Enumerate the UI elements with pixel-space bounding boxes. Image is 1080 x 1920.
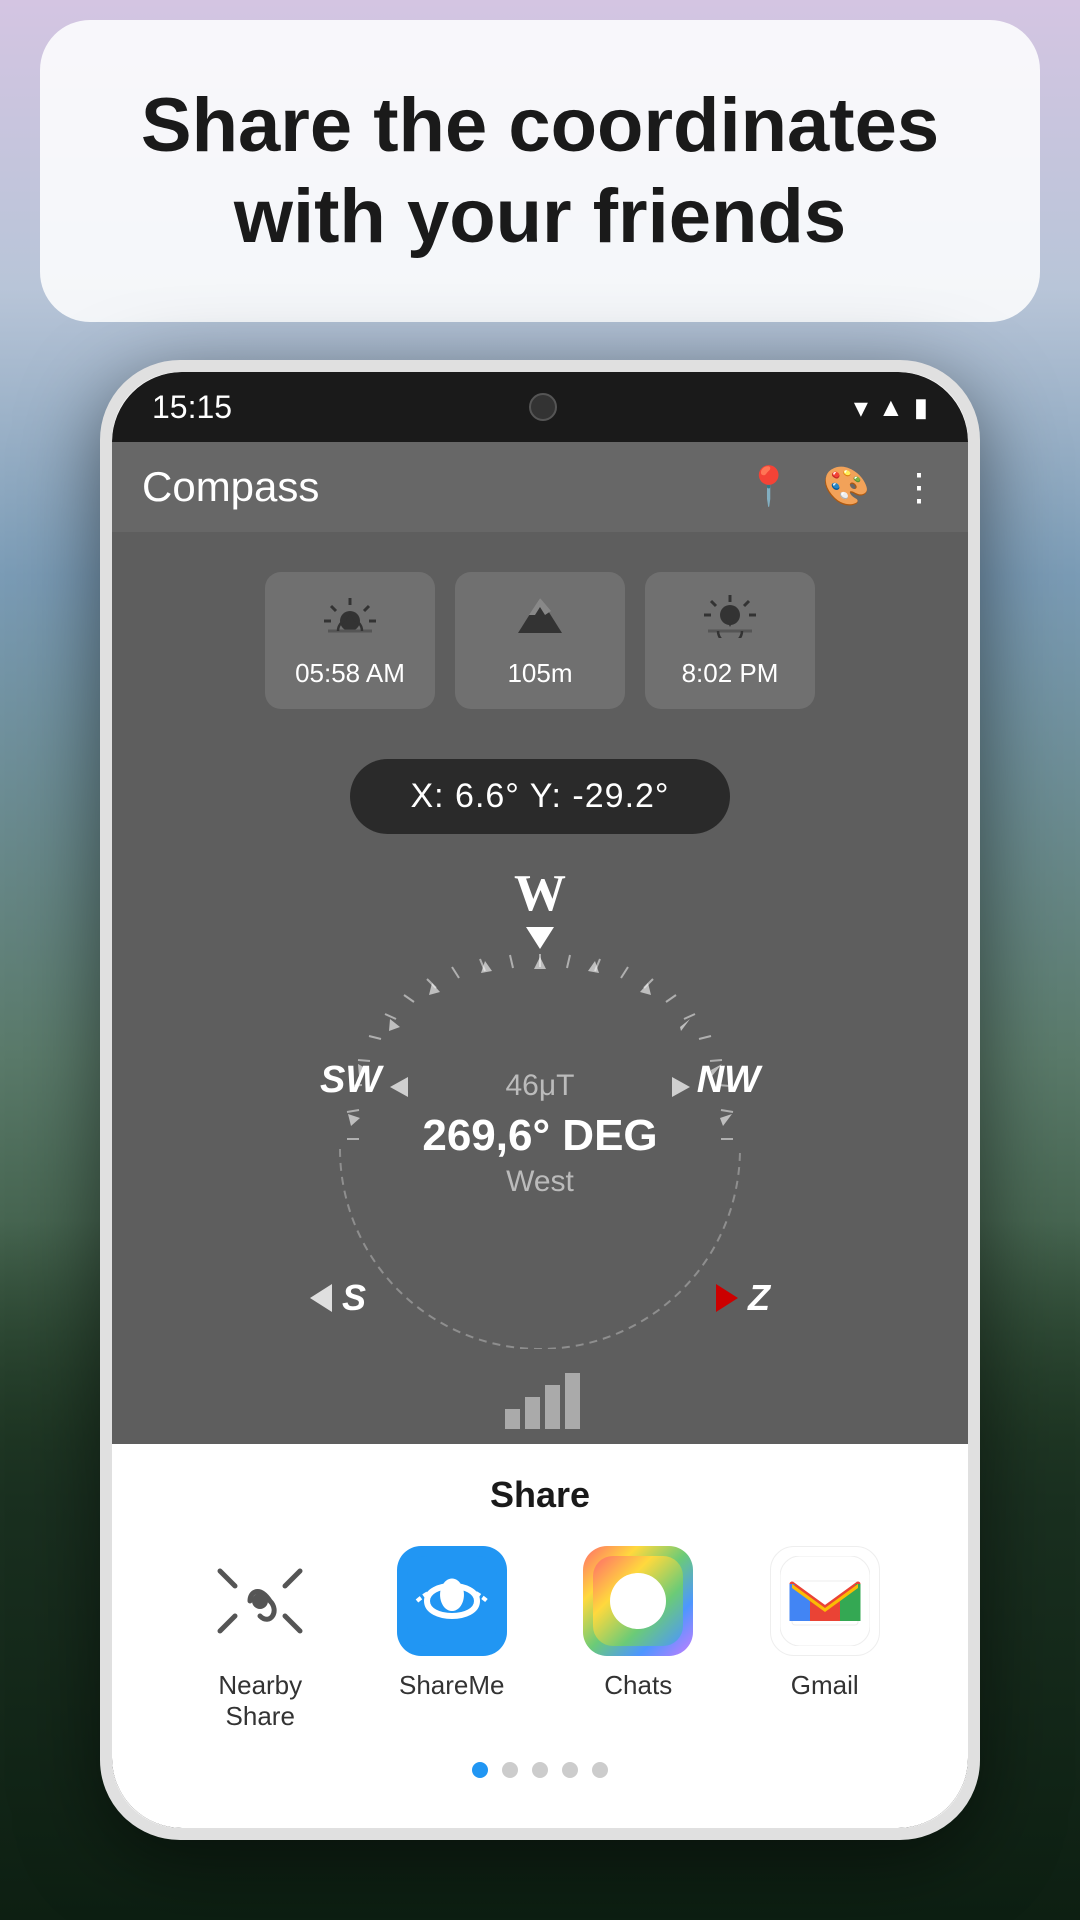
altitude-value: 105m bbox=[480, 658, 600, 689]
sunset-time: 8:02 PM bbox=[670, 658, 790, 689]
w-arrow-triangle bbox=[526, 927, 554, 949]
gmail-label: Gmail bbox=[791, 1670, 859, 1701]
z-arrow bbox=[716, 1284, 738, 1312]
signal-icon: ▲ bbox=[878, 392, 904, 423]
direction-value: West bbox=[390, 1165, 690, 1199]
phone-frame: 15:15 ▾ ▲ ▮ Compass 📍 🎨 ⋮ bbox=[100, 360, 980, 1840]
dot-5 bbox=[592, 1762, 608, 1778]
chats-icon bbox=[583, 1546, 693, 1656]
nearby-share-label: Nearby Share bbox=[200, 1670, 320, 1732]
phone-screen: 15:15 ▾ ▲ ▮ Compass 📍 🎨 ⋮ bbox=[112, 372, 968, 1828]
dot-3 bbox=[532, 1762, 548, 1778]
signal-bars bbox=[112, 1369, 968, 1441]
sunset-icon bbox=[670, 592, 790, 650]
z-indicator: Z bbox=[716, 1277, 770, 1319]
sunrise-card: 05:58 AM bbox=[265, 572, 435, 709]
wifi-icon: ▾ bbox=[854, 391, 868, 424]
status-icons: ▾ ▲ ▮ bbox=[854, 391, 928, 424]
share-app-chats[interactable]: Chats bbox=[583, 1546, 693, 1732]
status-bar: 15:15 ▾ ▲ ▮ bbox=[112, 372, 968, 442]
mountain-icon bbox=[480, 592, 600, 650]
s-arrow bbox=[310, 1284, 332, 1312]
w-arrow bbox=[112, 927, 968, 949]
compass-w-label: W bbox=[112, 864, 968, 949]
nearby-share-icon bbox=[205, 1546, 315, 1656]
info-cards-row: 05:58 AM 105m bbox=[112, 532, 968, 729]
app-bar: Compass 📍 🎨 ⋮ bbox=[112, 442, 968, 532]
shareme-icon bbox=[397, 1546, 507, 1656]
coordinates-badge: X: 6.6° Y: -29.2° bbox=[350, 759, 729, 834]
more-icon[interactable]: ⋮ bbox=[900, 465, 938, 510]
top-card-title: Share the coordinates with your friends bbox=[100, 80, 980, 262]
share-apps-row: Nearby Share ShareMe bbox=[142, 1546, 938, 1732]
share-sheet: Share Nearby Share bbox=[112, 1444, 968, 1828]
share-app-shareme[interactable]: ShareMe bbox=[397, 1546, 507, 1732]
chats-label: Chats bbox=[604, 1670, 672, 1701]
degrees-value: 269,6° DEG bbox=[390, 1111, 690, 1161]
s-indicator: S bbox=[310, 1277, 366, 1319]
sunset-card: 8:02 PM bbox=[645, 572, 815, 709]
pagination-dots bbox=[142, 1762, 938, 1778]
status-time: 15:15 bbox=[152, 389, 232, 426]
share-app-gmail[interactable]: Gmail bbox=[770, 1546, 880, 1732]
cardinal-sw: SW bbox=[320, 1059, 381, 1102]
cardinal-s: S bbox=[342, 1277, 366, 1319]
share-title: Share bbox=[142, 1474, 938, 1516]
location-icon[interactable]: 📍 bbox=[745, 465, 792, 509]
compass-rose: SW NW 46μT 269,6° DEG West S bbox=[290, 949, 790, 1349]
dot-1 bbox=[472, 1762, 488, 1778]
share-app-nearby[interactable]: Nearby Share bbox=[200, 1546, 320, 1732]
app-bar-icons: 📍 🎨 ⋮ bbox=[745, 465, 938, 510]
sunrise-icon bbox=[290, 592, 410, 650]
cardinal-w-top: W bbox=[514, 865, 566, 922]
sunrise-time: 05:58 AM bbox=[290, 658, 410, 689]
dot-2 bbox=[502, 1762, 518, 1778]
gmail-icon bbox=[770, 1546, 880, 1656]
top-card: Share the coordinates with your friends bbox=[40, 20, 1040, 322]
shareme-label: ShareMe bbox=[399, 1670, 505, 1701]
app-title: Compass bbox=[142, 463, 745, 511]
battery-icon: ▮ bbox=[914, 392, 928, 423]
microtesla-value: 46μT bbox=[390, 1069, 690, 1103]
camera-cutout bbox=[529, 393, 557, 421]
dot-4 bbox=[562, 1762, 578, 1778]
cardinal-z: Z bbox=[748, 1277, 770, 1319]
cardinal-nw: NW bbox=[697, 1059, 760, 1102]
palette-icon[interactable]: 🎨 bbox=[823, 465, 870, 509]
compass-center-info: 46μT 269,6° DEG West bbox=[390, 1069, 690, 1199]
altitude-card: 105m bbox=[455, 572, 625, 709]
